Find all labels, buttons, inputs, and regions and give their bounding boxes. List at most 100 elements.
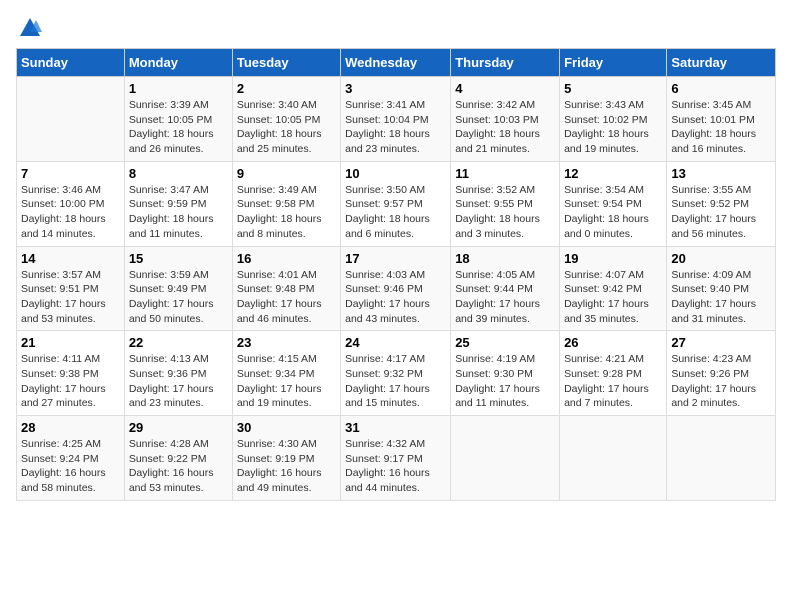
day-info: Sunrise: 4:09 AM Sunset: 9:40 PM Dayligh…	[671, 268, 771, 327]
week-row-3: 14 Sunrise: 3:57 AM Sunset: 9:51 PM Dayli…	[17, 246, 776, 331]
day-number: 7	[21, 166, 120, 181]
day-number: 27	[671, 335, 771, 350]
day-info: Sunrise: 4:28 AM Sunset: 9:22 PM Dayligh…	[129, 437, 228, 496]
day-info: Sunrise: 4:05 AM Sunset: 9:44 PM Dayligh…	[455, 268, 555, 327]
day-number: 21	[21, 335, 120, 350]
calendar-cell: 15 Sunrise: 3:59 AM Sunset: 9:49 PM Dayli…	[124, 246, 232, 331]
calendar-body: 1Sunrise: 3:39 AM Sunset: 10:05 PM Dayli…	[17, 77, 776, 501]
day-number: 2	[237, 81, 336, 96]
day-info: Sunrise: 3:45 AM Sunset: 10:01 PM Daylig…	[671, 98, 771, 157]
calendar-cell: 23 Sunrise: 4:15 AM Sunset: 9:34 PM Dayli…	[232, 331, 340, 416]
calendar-cell: 6 Sunrise: 3:45 AM Sunset: 10:01 PM Dayli…	[667, 77, 776, 162]
day-info: Sunrise: 3:40 AM Sunset: 10:05 PM Daylig…	[237, 98, 336, 157]
day-number: 11	[455, 166, 555, 181]
day-info: Sunrise: 4:15 AM Sunset: 9:34 PM Dayligh…	[237, 352, 336, 411]
calendar-cell: 21 Sunrise: 4:11 AM Sunset: 9:38 PM Dayli…	[17, 331, 125, 416]
day-number: 5	[564, 81, 662, 96]
calendar-cell: 29 Sunrise: 4:28 AM Sunset: 9:22 PM Dayli…	[124, 416, 232, 501]
day-info: Sunrise: 4:23 AM Sunset: 9:26 PM Dayligh…	[671, 352, 771, 411]
day-info: Sunrise: 3:54 AM Sunset: 9:54 PM Dayligh…	[564, 183, 662, 242]
day-number: 6	[671, 81, 771, 96]
calendar-cell: 14 Sunrise: 3:57 AM Sunset: 9:51 PM Dayli…	[17, 246, 125, 331]
calendar-cell: 18 Sunrise: 4:05 AM Sunset: 9:44 PM Dayli…	[451, 246, 560, 331]
day-number: 8	[129, 166, 228, 181]
calendar-cell: 19 Sunrise: 4:07 AM Sunset: 9:42 PM Dayli…	[560, 246, 667, 331]
day-info: Sunrise: 3:42 AM Sunset: 10:03 PM Daylig…	[455, 98, 555, 157]
day-info: Sunrise: 4:07 AM Sunset: 9:42 PM Dayligh…	[564, 268, 662, 327]
day-number: 13	[671, 166, 771, 181]
calendar-cell	[17, 77, 125, 162]
day-number: 22	[129, 335, 228, 350]
calendar-cell: 1Sunrise: 3:39 AM Sunset: 10:05 PM Dayli…	[124, 77, 232, 162]
calendar-table: SundayMondayTuesdayWednesdayThursdayFrid…	[16, 48, 776, 501]
calendar-cell	[667, 416, 776, 501]
day-info: Sunrise: 4:30 AM Sunset: 9:19 PM Dayligh…	[237, 437, 336, 496]
day-number: 30	[237, 420, 336, 435]
day-number: 26	[564, 335, 662, 350]
day-info: Sunrise: 3:47 AM Sunset: 9:59 PM Dayligh…	[129, 183, 228, 242]
logo-icon	[18, 16, 42, 40]
day-info: Sunrise: 3:57 AM Sunset: 9:51 PM Dayligh…	[21, 268, 120, 327]
day-number: 15	[129, 251, 228, 266]
day-info: Sunrise: 3:43 AM Sunset: 10:02 PM Daylig…	[564, 98, 662, 157]
day-info: Sunrise: 4:13 AM Sunset: 9:36 PM Dayligh…	[129, 352, 228, 411]
calendar-cell: 2 Sunrise: 3:40 AM Sunset: 10:05 PM Dayli…	[232, 77, 340, 162]
calendar-cell: 28 Sunrise: 4:25 AM Sunset: 9:24 PM Dayli…	[17, 416, 125, 501]
calendar-cell: 12 Sunrise: 3:54 AM Sunset: 9:54 PM Dayli…	[560, 161, 667, 246]
day-info: Sunrise: 3:52 AM Sunset: 9:55 PM Dayligh…	[455, 183, 555, 242]
week-row-1: 1Sunrise: 3:39 AM Sunset: 10:05 PM Dayli…	[17, 77, 776, 162]
day-info: Sunrise: 4:25 AM Sunset: 9:24 PM Dayligh…	[21, 437, 120, 496]
header-cell-sunday: Sunday	[17, 49, 125, 77]
calendar-cell: 30 Sunrise: 4:30 AM Sunset: 9:19 PM Dayli…	[232, 416, 340, 501]
calendar-cell: 4Sunrise: 3:42 AM Sunset: 10:03 PM Dayli…	[451, 77, 560, 162]
day-number: 19	[564, 251, 662, 266]
calendar-cell: 20Sunrise: 4:09 AM Sunset: 9:40 PM Dayli…	[667, 246, 776, 331]
day-info: Sunrise: 3:50 AM Sunset: 9:57 PM Dayligh…	[345, 183, 446, 242]
day-info: Sunrise: 4:19 AM Sunset: 9:30 PM Dayligh…	[455, 352, 555, 411]
day-number: 23	[237, 335, 336, 350]
day-number: 16	[237, 251, 336, 266]
day-number: 12	[564, 166, 662, 181]
calendar-cell: 22 Sunrise: 4:13 AM Sunset: 9:36 PM Dayli…	[124, 331, 232, 416]
calendar-cell	[451, 416, 560, 501]
day-info: Sunrise: 3:59 AM Sunset: 9:49 PM Dayligh…	[129, 268, 228, 327]
day-number: 25	[455, 335, 555, 350]
week-row-4: 21 Sunrise: 4:11 AM Sunset: 9:38 PM Dayli…	[17, 331, 776, 416]
calendar-cell: 13 Sunrise: 3:55 AM Sunset: 9:52 PM Dayli…	[667, 161, 776, 246]
day-number: 17	[345, 251, 446, 266]
day-info: Sunrise: 3:46 AM Sunset: 10:00 PM Daylig…	[21, 183, 120, 242]
day-number: 9	[237, 166, 336, 181]
header-cell-friday: Friday	[560, 49, 667, 77]
day-number: 28	[21, 420, 120, 435]
week-row-5: 28 Sunrise: 4:25 AM Sunset: 9:24 PM Dayli…	[17, 416, 776, 501]
logo	[16, 16, 42, 40]
calendar-cell: 10Sunrise: 3:50 AM Sunset: 9:57 PM Dayli…	[341, 161, 451, 246]
calendar-cell: 8 Sunrise: 3:47 AM Sunset: 9:59 PM Daylig…	[124, 161, 232, 246]
day-number: 31	[345, 420, 446, 435]
day-info: Sunrise: 3:41 AM Sunset: 10:04 PM Daylig…	[345, 98, 446, 157]
day-number: 29	[129, 420, 228, 435]
header-cell-tuesday: Tuesday	[232, 49, 340, 77]
calendar-header: SundayMondayTuesdayWednesdayThursdayFrid…	[17, 49, 776, 77]
header-cell-saturday: Saturday	[667, 49, 776, 77]
calendar-cell: 9 Sunrise: 3:49 AM Sunset: 9:58 PM Daylig…	[232, 161, 340, 246]
calendar-cell: 27 Sunrise: 4:23 AM Sunset: 9:26 PM Dayli…	[667, 331, 776, 416]
day-info: Sunrise: 4:32 AM Sunset: 9:17 PM Dayligh…	[345, 437, 446, 496]
calendar-cell: 25 Sunrise: 4:19 AM Sunset: 9:30 PM Dayli…	[451, 331, 560, 416]
day-number: 24	[345, 335, 446, 350]
day-number: 14	[21, 251, 120, 266]
header-row: SundayMondayTuesdayWednesdayThursdayFrid…	[17, 49, 776, 77]
day-number: 3	[345, 81, 446, 96]
calendar-cell: 7 Sunrise: 3:46 AM Sunset: 10:00 PM Dayli…	[17, 161, 125, 246]
day-info: Sunrise: 3:49 AM Sunset: 9:58 PM Dayligh…	[237, 183, 336, 242]
header-cell-monday: Monday	[124, 49, 232, 77]
day-number: 1	[129, 81, 228, 96]
calendar-cell: 26Sunrise: 4:21 AM Sunset: 9:28 PM Dayli…	[560, 331, 667, 416]
day-info: Sunrise: 4:17 AM Sunset: 9:32 PM Dayligh…	[345, 352, 446, 411]
day-info: Sunrise: 3:55 AM Sunset: 9:52 PM Dayligh…	[671, 183, 771, 242]
day-info: Sunrise: 4:01 AM Sunset: 9:48 PM Dayligh…	[237, 268, 336, 327]
calendar-cell: 31 Sunrise: 4:32 AM Sunset: 9:17 PM Dayli…	[341, 416, 451, 501]
day-info: Sunrise: 4:11 AM Sunset: 9:38 PM Dayligh…	[21, 352, 120, 411]
header	[16, 16, 776, 40]
day-number: 18	[455, 251, 555, 266]
